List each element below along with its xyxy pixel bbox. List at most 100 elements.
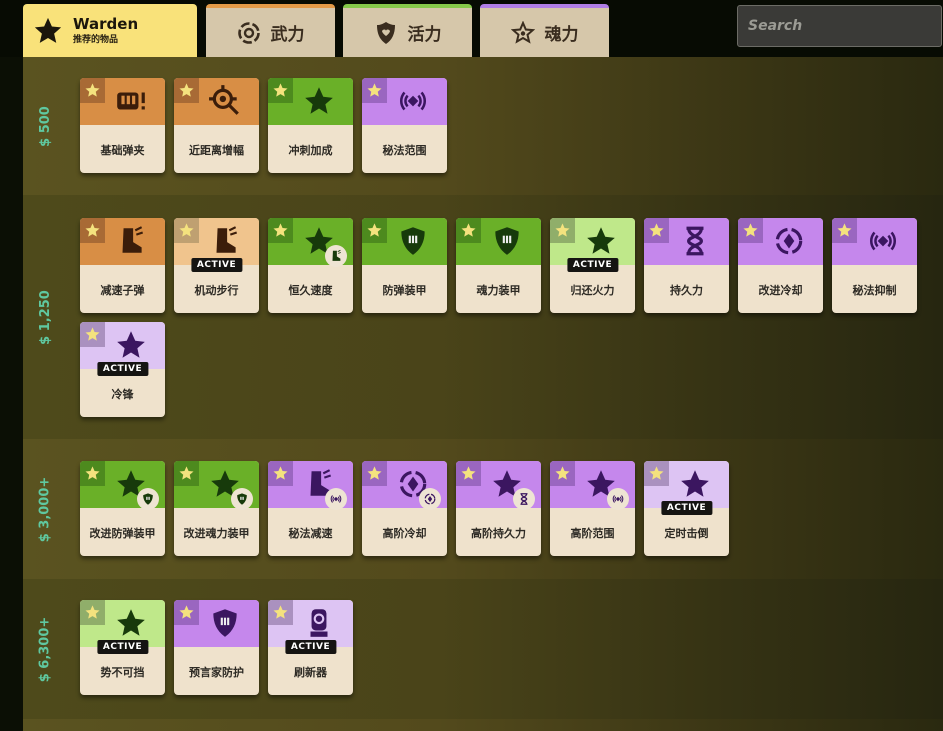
item-card[interactable]: ACTIVE 冷锋 bbox=[80, 322, 165, 417]
favorite-corner[interactable] bbox=[644, 218, 669, 243]
item-card[interactable]: 秘法范围 bbox=[362, 78, 447, 173]
hero-subtitle: 推荐的物品 bbox=[73, 34, 119, 45]
sprint-leg-icon bbox=[305, 87, 333, 114]
item-card[interactable]: 基础弹夹 bbox=[80, 78, 165, 173]
favorite-corner[interactable] bbox=[80, 461, 105, 486]
favorite-corner[interactable] bbox=[832, 218, 857, 243]
item-card[interactable]: ACTIVE 势不可挡 bbox=[80, 600, 165, 695]
favorite-corner[interactable] bbox=[174, 600, 199, 625]
component-badge bbox=[231, 488, 253, 510]
tab-vitality[interactable]: 活力 bbox=[343, 4, 472, 57]
item-card[interactable]: 秘法抑制 bbox=[832, 218, 917, 313]
item-name: 预言家防护 bbox=[189, 666, 244, 679]
item-card[interactable]: ACTIVE 刷新器 bbox=[268, 600, 353, 695]
weapon-ring-icon bbox=[237, 21, 260, 44]
favorite-star-icon[interactable] bbox=[460, 222, 477, 239]
favorite-star-icon[interactable] bbox=[84, 604, 101, 621]
item-card[interactable]: 防弹装甲 bbox=[362, 218, 447, 313]
favorite-corner[interactable] bbox=[80, 78, 105, 103]
item-card-header bbox=[268, 461, 353, 510]
favorite-star-icon[interactable] bbox=[84, 465, 101, 482]
item-card[interactable]: 魂力装甲 bbox=[456, 218, 541, 313]
favorite-corner[interactable] bbox=[362, 461, 387, 486]
favorite-corner[interactable] bbox=[174, 218, 199, 243]
item-card[interactable]: ACTIVE 归还火力 bbox=[550, 218, 635, 313]
favorite-corner[interactable] bbox=[268, 600, 293, 625]
favorite-corner[interactable] bbox=[550, 218, 575, 243]
item-card[interactable]: 改进冷却 bbox=[738, 218, 823, 313]
tier-cost: $ 1,250 bbox=[37, 289, 53, 345]
item-card-header bbox=[80, 78, 165, 125]
component-badge bbox=[137, 488, 159, 510]
favorite-corner[interactable] bbox=[362, 78, 387, 103]
item-name: 定时击倒 bbox=[664, 527, 709, 540]
favorite-star-icon[interactable] bbox=[648, 222, 665, 239]
return-fire-icon bbox=[587, 227, 615, 254]
favorite-star-icon[interactable] bbox=[178, 604, 195, 621]
tab-hero-recommended[interactable]: Warden 推荐的物品 bbox=[23, 4, 197, 57]
favorite-corner[interactable] bbox=[174, 78, 199, 103]
item-card[interactable]: 秘法减速 bbox=[268, 461, 353, 556]
item-name: 冷锋 bbox=[111, 388, 134, 401]
bullet-shield-icon bbox=[401, 227, 425, 255]
favorite-star-icon[interactable] bbox=[648, 465, 665, 482]
favorite-star-icon[interactable] bbox=[272, 82, 289, 99]
item-card[interactable]: 持久力 bbox=[644, 218, 729, 313]
favorite-corner[interactable] bbox=[644, 461, 669, 486]
item-card[interactable]: 恒久速度 bbox=[268, 218, 353, 313]
item-card[interactable]: 高阶范围 bbox=[550, 461, 635, 556]
favorite-star-icon[interactable] bbox=[178, 82, 195, 99]
favorite-star-icon[interactable] bbox=[460, 465, 477, 482]
item-name: 秘法抑制 bbox=[852, 284, 897, 297]
item-name: 防弹装甲 bbox=[382, 284, 427, 297]
favorite-corner[interactable] bbox=[362, 218, 387, 243]
item-name: 恒久速度 bbox=[288, 284, 333, 297]
favorite-star-icon[interactable] bbox=[366, 82, 383, 99]
item-card-header bbox=[738, 218, 823, 265]
favorite-star-icon[interactable] bbox=[272, 604, 289, 621]
item-card[interactable]: 预言家防护 bbox=[174, 600, 259, 695]
favorite-star-icon[interactable] bbox=[272, 222, 289, 239]
favorite-corner[interactable] bbox=[268, 78, 293, 103]
item-card[interactable]: 改进魂力装甲 bbox=[174, 461, 259, 556]
favorite-star-icon[interactable] bbox=[836, 222, 853, 239]
active-badge: ACTIVE bbox=[566, 258, 619, 272]
favorite-corner[interactable] bbox=[80, 322, 105, 347]
favorite-corner[interactable] bbox=[174, 461, 199, 486]
favorite-corner[interactable] bbox=[268, 461, 293, 486]
favorite-star-icon[interactable] bbox=[366, 222, 383, 239]
tab-weapon[interactable]: 武力 bbox=[206, 4, 335, 57]
favorite-star-icon[interactable] bbox=[272, 465, 289, 482]
favorite-corner[interactable] bbox=[456, 218, 481, 243]
item-card[interactable]: 高阶冷却 bbox=[362, 461, 447, 556]
item-card[interactable]: 高阶持久力 bbox=[456, 461, 541, 556]
item-card[interactable]: 冲刺加成 bbox=[268, 78, 353, 173]
favorite-corner[interactable] bbox=[80, 218, 105, 243]
favorite-corner[interactable] bbox=[738, 218, 763, 243]
favorite-corner[interactable] bbox=[456, 461, 481, 486]
favorite-star-icon[interactable] bbox=[366, 465, 383, 482]
favorite-star-icon[interactable] bbox=[84, 82, 101, 99]
favorite-star-icon[interactable] bbox=[178, 465, 195, 482]
favorite-corner[interactable] bbox=[268, 218, 293, 243]
favorite-star-icon[interactable] bbox=[554, 222, 571, 239]
favorite-star-icon[interactable] bbox=[742, 222, 759, 239]
favorite-star-icon[interactable] bbox=[84, 222, 101, 239]
item-card[interactable]: ACTIVE 机动步行 bbox=[174, 218, 259, 313]
tab-spirit[interactable]: 魂力 bbox=[480, 4, 609, 57]
active-badge: ACTIVE bbox=[96, 362, 149, 376]
item-card[interactable]: 近距离增幅 bbox=[174, 78, 259, 173]
search-input[interactable] bbox=[748, 18, 943, 34]
favorite-star-icon[interactable] bbox=[84, 326, 101, 343]
item-card[interactable]: 减速子弹 bbox=[80, 218, 165, 313]
item-card[interactable]: 改进防弹装甲 bbox=[80, 461, 165, 556]
favorite-corner[interactable] bbox=[550, 461, 575, 486]
item-card[interactable]: ACTIVE 定时击倒 bbox=[644, 461, 729, 556]
vitality-shield-icon bbox=[376, 21, 395, 44]
favorite-star-icon[interactable] bbox=[178, 222, 195, 239]
active-badge: ACTIVE bbox=[96, 640, 149, 654]
search-box: × bbox=[737, 5, 943, 47]
favorite-corner[interactable] bbox=[80, 600, 105, 625]
favorite-star-icon[interactable] bbox=[554, 465, 571, 482]
slow-boot-icon bbox=[122, 226, 144, 253]
